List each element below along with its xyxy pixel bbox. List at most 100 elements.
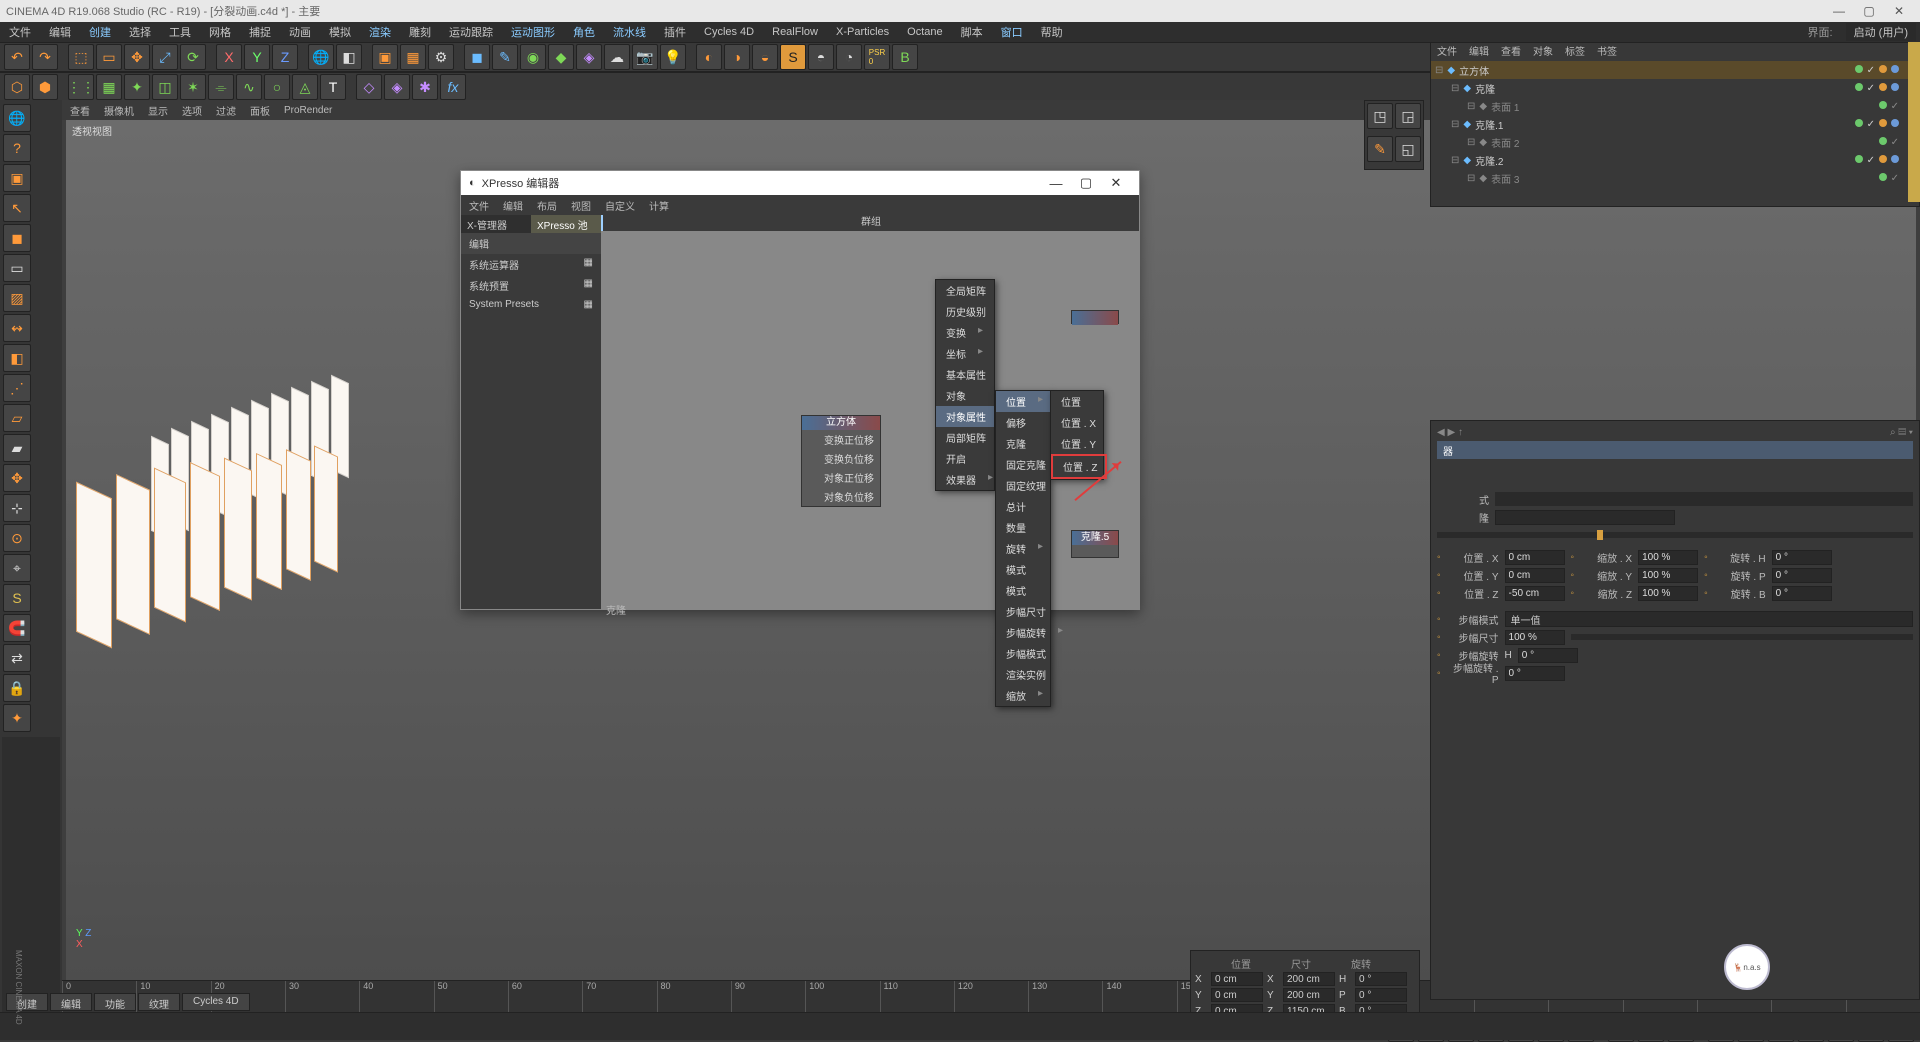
fx-icon[interactable]: fx — [440, 74, 466, 100]
vp-nav2-icon[interactable]: ◲ — [1395, 103, 1421, 129]
ctx-a-8[interactable]: 开启 — [936, 448, 994, 469]
node-clone5[interactable]: 克隆.5 — [1071, 530, 1119, 558]
mt-tab-3[interactable]: 纹理 — [138, 993, 180, 1011]
xpresso-max[interactable]: ▢ — [1071, 175, 1101, 191]
menu-window[interactable]: 窗口 — [996, 22, 1028, 42]
plugin-d-icon[interactable]: ◓ — [808, 44, 834, 70]
world-icon[interactable]: 🌐 — [308, 44, 334, 70]
moextr-icon[interactable]: T — [320, 74, 346, 100]
menu-sim[interactable]: 模拟 — [324, 22, 356, 42]
magnet-icon[interactable]: 🧲 — [3, 614, 31, 642]
instance-icon[interactable]: ◫ — [152, 74, 178, 100]
attr-step-size[interactable] — [1505, 630, 1565, 645]
menu-select[interactable]: 选择 — [124, 22, 156, 42]
xp-m0[interactable]: 文件 — [469, 198, 489, 213]
render-region-icon[interactable]: ▦ — [400, 44, 426, 70]
attr-pos-z[interactable] — [1505, 586, 1565, 601]
menu-snap[interactable]: 捕捉 — [244, 22, 276, 42]
vp-panel[interactable]: 面板 — [250, 103, 270, 118]
xp-m1[interactable]: 编辑 — [503, 198, 523, 213]
obj-row-0[interactable]: ⊟ ◆ 立方体✓ — [1431, 61, 1919, 79]
vp-nav1-icon[interactable]: ◳ — [1367, 103, 1393, 129]
obj-menu-obj[interactable]: 对象 — [1533, 43, 1553, 61]
menu-help[interactable]: 帮助 — [1036, 22, 1068, 42]
mt-tab-4[interactable]: Cycles 4D — [182, 993, 250, 1011]
points-icon[interactable]: ⋰ — [3, 374, 31, 402]
layout-value[interactable]: 启动 (用户) — [1846, 23, 1916, 41]
ctx-c-3-position-z[interactable]: 位置 . Z — [1051, 454, 1107, 479]
rotate-icon[interactable]: ⟳ — [180, 44, 206, 70]
attr-step-mode[interactable]: 单一值 — [1505, 611, 1913, 627]
menu-mesh[interactable]: 网格 — [204, 22, 236, 42]
ctx-b-3[interactable]: 固定克隆 — [996, 454, 1052, 475]
attr-scale-y[interactable] — [1638, 568, 1698, 583]
snap-icon[interactable]: ⊙ — [3, 524, 31, 552]
vp-disp[interactable]: 显示 — [148, 103, 168, 118]
menu-file[interactable]: 文件 — [4, 22, 36, 42]
ctx-b-1[interactable]: 偏移 — [996, 412, 1052, 433]
attr-pos-y[interactable] — [1505, 568, 1565, 583]
ctx-b-0[interactable]: 位置 — [996, 391, 1052, 412]
minimize-button[interactable]: — — [1824, 2, 1854, 20]
vp-view[interactable]: 查看 — [70, 103, 90, 118]
plugin-b-icon[interactable]: ◑ — [724, 44, 750, 70]
voronoi-icon[interactable]: ◬ — [292, 74, 318, 100]
model-icon[interactable]: ◼ — [3, 224, 31, 252]
nurbs-icon[interactable]: ◉ — [520, 44, 546, 70]
matrix-icon[interactable]: ▦ — [96, 74, 122, 100]
plugin-c-icon[interactable]: ◒ — [752, 44, 778, 70]
spline-mask-icon[interactable]: ∿ — [236, 74, 262, 100]
menu-mograph[interactable]: 运动图形 — [506, 22, 560, 42]
bodypaint-icon[interactable]: B — [892, 44, 918, 70]
xsoft-icon[interactable]: S — [3, 584, 31, 612]
ctx-a-1[interactable]: 历史级别 — [936, 301, 994, 322]
ctx-c-1[interactable]: 位置 . X — [1051, 412, 1107, 433]
xpresso-close[interactable]: ✕ — [1101, 175, 1131, 191]
object-icon[interactable]: ▭ — [3, 254, 31, 282]
obj-menu-view[interactable]: 查看 — [1501, 43, 1521, 61]
vp-opt[interactable]: 选项 — [182, 103, 202, 118]
vp-filter[interactable]: 过滤 — [216, 103, 236, 118]
env-icon[interactable]: ☁ — [604, 44, 630, 70]
workplane-icon[interactable]: ◧ — [3, 344, 31, 372]
cloner-icon[interactable]: ⋮⋮ — [68, 74, 94, 100]
axis-x-icon[interactable]: X — [216, 44, 242, 70]
xp-item-2[interactable]: System Presets▦ — [461, 296, 601, 313]
camera-icon[interactable]: 📷 — [632, 44, 658, 70]
xp-tab-pool[interactable]: XPresso 池 — [531, 215, 601, 233]
ctx-c-0[interactable]: 位置 — [1051, 391, 1107, 412]
ctx-a-2[interactable]: 变换 — [936, 322, 994, 343]
axis-icon[interactable]: ✥ — [3, 464, 31, 492]
xp-item-0[interactable]: 系统运算器▦ — [461, 254, 601, 275]
ctx-b-5[interactable]: 总计 — [996, 496, 1052, 517]
fracture-icon[interactable]: ✦ — [124, 74, 150, 100]
attr-rot-p[interactable] — [1772, 568, 1832, 583]
move-icon[interactable]: ✥ — [124, 44, 150, 70]
render-settings-icon[interactable]: ⚙ — [428, 44, 454, 70]
maximize-button[interactable]: ▢ — [1854, 2, 1884, 20]
cursor-icon[interactable]: ↖ — [3, 194, 31, 222]
attr-clone-count[interactable] — [1495, 510, 1675, 525]
texture-icon[interactable]: ▨ — [3, 284, 31, 312]
tool2-icon[interactable]: ⬢ — [32, 74, 58, 100]
coord-size-Y[interactable] — [1283, 988, 1335, 1002]
menu-pipe[interactable]: 流水线 — [608, 22, 651, 42]
cube-icon[interactable]: ◼ — [464, 44, 490, 70]
obj-menu-edit[interactable]: 编辑 — [1469, 43, 1489, 61]
ctx-a-7[interactable]: 局部矩阵 — [936, 427, 994, 448]
vp-nav3-icon[interactable]: ✎ — [1367, 136, 1393, 162]
obj-menu-file[interactable]: 文件 — [1437, 43, 1457, 61]
attr-pos-x[interactable] — [1505, 550, 1565, 565]
obj-row-2[interactable]: ⊟ ◆ 表面 1✓ — [1431, 97, 1919, 115]
psr-icon[interactable]: PSR0 — [864, 44, 890, 70]
spline-pen-icon[interactable]: ✎ — [492, 44, 518, 70]
ctx-b-10[interactable]: 步幅尺寸 — [996, 601, 1052, 622]
swap-icon[interactable]: ⇄ — [3, 644, 31, 672]
eff3-icon[interactable]: ✱ — [412, 74, 438, 100]
ctx-b-2[interactable]: 克隆 — [996, 433, 1052, 454]
ctx-b-9[interactable]: 模式 — [996, 580, 1052, 601]
attr-scale-z[interactable] — [1638, 586, 1698, 601]
vp-nav4-icon[interactable]: ◱ — [1395, 136, 1421, 162]
ctx-b-7[interactable]: 旋转 — [996, 538, 1052, 559]
vp-pro[interactable]: ProRender — [284, 105, 332, 116]
